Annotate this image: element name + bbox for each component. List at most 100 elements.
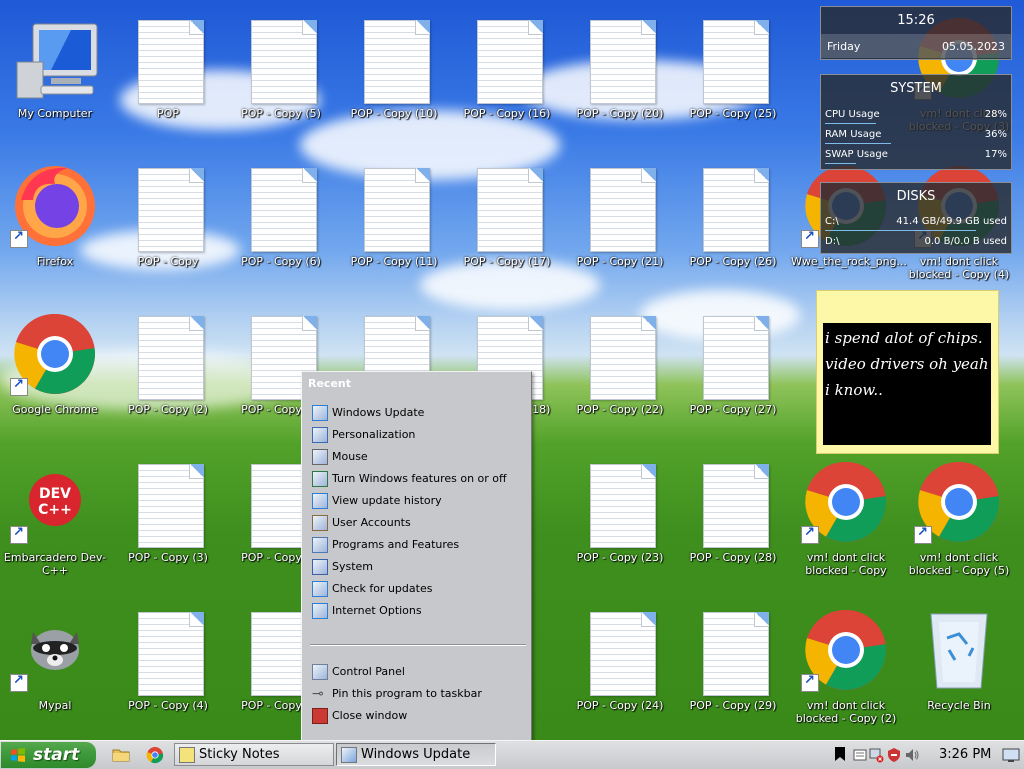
text-file-icon: [703, 464, 769, 548]
jump-list-item[interactable]: Programs and Features: [310, 535, 524, 555]
desktop-icon[interactable]: POP - Copy (2): [113, 304, 223, 452]
desktop-icon-label: Firefox: [36, 255, 74, 268]
windows-flag-icon: [11, 748, 25, 762]
jump-list-item[interactable]: Mouse: [310, 447, 524, 467]
desktop[interactable]: My Computer Firefox Google Chrome DEVC++ Emb…: [0, 0, 1024, 740]
desktop-icon-image: [124, 160, 212, 252]
desktop-icon[interactable]: POP - Copy (23): [565, 452, 675, 600]
sticky-note[interactable]: i spend alot of chips. video drivers oh y…: [816, 290, 999, 454]
desktop-icon-label: POP - Copy (27): [689, 403, 777, 416]
security-icon[interactable]: [886, 747, 902, 763]
chrome-icon[interactable]: [146, 746, 164, 764]
show-desktop-icon[interactable]: [1002, 747, 1020, 763]
desktop-icon-image: [463, 12, 551, 104]
shortcut-arrow-icon: [10, 525, 28, 544]
desktop-icon-label: POP - Copy (25): [689, 107, 777, 120]
desktop-icon[interactable]: vm! dont click blocked - Copy (5): [904, 452, 1014, 600]
desktop-icon[interactable]: Recycle Bin: [904, 600, 1014, 740]
desktop-icon[interactable]: POP - Copy (10): [339, 8, 449, 156]
desktop-icon[interactable]: POP: [113, 8, 223, 156]
taskbar-clock[interactable]: 3:26 PM: [939, 747, 991, 762]
network-icon[interactable]: [868, 747, 884, 763]
desktop-icon-label: POP - Copy (2): [128, 403, 208, 416]
desktop-icon[interactable]: POP - Copy (22): [565, 304, 675, 452]
sticky-note-line: i spend alot of chips.: [825, 329, 983, 347]
text-file-icon: [703, 20, 769, 104]
jump-list-item[interactable]: Personalization: [310, 425, 524, 445]
desktop-icon[interactable]: Firefox: [0, 156, 110, 304]
desktop-icon[interactable]: vm! dont click blocked - Copy: [791, 452, 901, 600]
taskbar-button[interactable]: Windows Update: [336, 743, 496, 766]
desktop-icon[interactable]: DEVC++ Embarcadero Dev-C++: [0, 452, 110, 600]
desktop-icon[interactable]: POP - Copy (6): [226, 156, 336, 304]
jump-list-item[interactable]: Internet Options: [310, 601, 524, 621]
sticky-note-text[interactable]: i spend alot of chips. video drivers oh y…: [823, 323, 991, 445]
desktop-icon-image: [689, 12, 777, 104]
desktop-icon[interactable]: POP - Copy (5): [226, 8, 336, 156]
jump-list-item[interactable]: Check for updates: [310, 579, 524, 599]
desktop-icon[interactable]: POP - Copy (3): [113, 452, 223, 600]
desktop-icon-image: [350, 12, 438, 104]
desktop-icon[interactable]: POP - Copy (17): [452, 156, 562, 304]
shortcut-arrow-icon: [914, 525, 932, 544]
desktop-icon[interactable]: POP - Copy (11): [339, 156, 449, 304]
jump-list-task[interactable]: Close window: [310, 706, 524, 726]
desktop-icon-image: [689, 308, 777, 400]
desktop-icon-label: POP - Copy (26): [689, 255, 777, 268]
desktop-icon-label: Mypal: [38, 699, 72, 712]
desktop-icon[interactable]: vm! dont click blocked - Copy (2): [791, 600, 901, 740]
widget-time: 15:26: [897, 13, 935, 28]
text-file-icon: [251, 20, 317, 104]
text-file-icon: [138, 20, 204, 104]
keyboard-icon[interactable]: [852, 747, 868, 763]
disk-label: D:\: [825, 236, 840, 247]
text-file-icon: [590, 168, 656, 252]
disk-row: C:\ 41.4 GB/49.9 GB used: [825, 216, 1007, 232]
bookmark-icon[interactable]: [832, 746, 848, 762]
desktop-icon[interactable]: Mypal: [0, 600, 110, 740]
desktop-icon[interactable]: POP - Copy (27): [678, 304, 788, 452]
windows-update-icon: [341, 747, 357, 763]
taskbar-button[interactable]: Sticky Notes: [174, 743, 334, 766]
desktop-icon[interactable]: POP - Copy (29): [678, 600, 788, 740]
desktop-icon-image: [124, 456, 212, 548]
disk-label: C:\: [825, 216, 839, 227]
sticky-notes-icon: [179, 747, 195, 763]
desktop-icon[interactable]: POP - Copy: [113, 156, 223, 304]
folder-icon[interactable]: [112, 746, 130, 764]
desktop-icon-label: Wwe_the_rock_png...: [791, 255, 908, 268]
jump-list-item[interactable]: Windows Update: [310, 403, 524, 423]
text-file-icon: [138, 316, 204, 400]
desktop-icon-label: vm! dont click blocked - Copy (4): [908, 255, 1010, 281]
jump-list-task[interactable]: ⊸ Pin this program to taskbar: [310, 684, 524, 704]
jump-list-item[interactable]: View update history: [310, 491, 524, 511]
desktop-icon-label: POP - Copy (16): [463, 107, 551, 120]
jump-list-task[interactable]: Control Panel: [310, 662, 524, 682]
desktop-icon[interactable]: POP - Copy (26): [678, 156, 788, 304]
desktop-icon-label: Google Chrome: [12, 403, 98, 416]
desktop-icon[interactable]: POP - Copy (24): [565, 600, 675, 740]
desktop-icon[interactable]: POP - Copy (4): [113, 600, 223, 740]
desktop-icon[interactable]: POP - Copy (28): [678, 452, 788, 600]
desktop-icon-image: [463, 160, 551, 252]
system-row: RAM Usage 36%: [825, 129, 1007, 145]
desktop-icon[interactable]: POP - Copy (25): [678, 8, 788, 156]
jump-list-item[interactable]: System: [310, 557, 524, 577]
control-panel-item-icon: [312, 581, 328, 597]
system-row: CPU Usage 28%: [825, 109, 1007, 125]
volume-icon[interactable]: [904, 747, 920, 763]
text-file-icon: [590, 20, 656, 104]
desktop-icon[interactable]: My Computer: [0, 8, 110, 156]
control-panel-item-icon: [312, 559, 328, 575]
desktop-icon-image: [124, 308, 212, 400]
desktop-icon[interactable]: POP - Copy (20): [565, 8, 675, 156]
jump-list-item[interactable]: Turn Windows features on or off: [310, 469, 524, 489]
desktop-icon[interactable]: POP - Copy (21): [565, 156, 675, 304]
desktop-icon[interactable]: POP - Copy (16): [452, 8, 562, 156]
desktop-icon[interactable]: Google Chrome: [0, 304, 110, 452]
start-button[interactable]: start: [1, 742, 96, 768]
jump-list-item-label: Mouse: [332, 450, 368, 463]
desktop-icon-image: [350, 160, 438, 252]
desktop-icon-image: [689, 160, 777, 252]
jump-list-item[interactable]: User Accounts: [310, 513, 524, 533]
